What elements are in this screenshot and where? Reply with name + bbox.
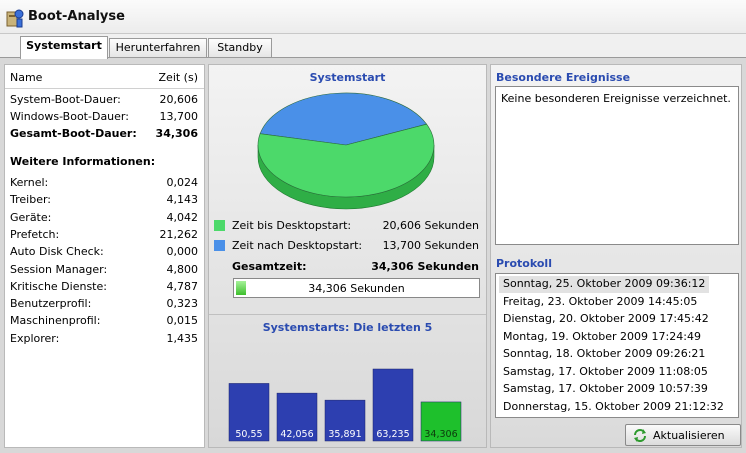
protocol-item[interactable]: Donnerstag, 15. Oktober 2009 21:12:32 — [499, 399, 728, 416]
recent-boots-title: Systemstarts: Die letzten 5 — [262, 321, 433, 334]
row-value: 4,787 — [166, 279, 199, 293]
legend-value: 13,700 Sekunden — [382, 239, 479, 252]
protocol-title: Protokoll — [496, 257, 552, 270]
row-label: Windows-Boot-Dauer: — [10, 110, 129, 123]
row-label: System-Boot-Dauer: — [10, 93, 121, 106]
events-title: Besondere Ereignisse — [496, 71, 631, 84]
systemstart-pie-chart — [257, 92, 435, 210]
table-row: Explorer: 1,435 — [5, 331, 204, 348]
legend-label: Zeit nach Desktopstart: — [232, 239, 363, 252]
row-label: Explorer: — [10, 331, 60, 345]
column-header-time[interactable]: Zeit (s) — [159, 71, 198, 84]
window-title: Boot-Analyse — [28, 9, 125, 24]
table-row: Treiber: 4,143 — [5, 192, 204, 209]
protocol-item[interactable]: Samstag, 17. Oktober 2009 11:08:05 — [499, 364, 712, 381]
row-value: 1,435 — [166, 331, 199, 345]
row-label: Prefetch: — [10, 227, 60, 241]
events-text: Keine besonderen Ereignisse verzeichnet. — [501, 92, 731, 105]
protocol-item[interactable]: Samstag, 17. Oktober 2009 10:57:39 — [499, 381, 712, 398]
row-value: 13,700 — [159, 110, 199, 123]
row-value: 0,000 — [166, 245, 199, 259]
tab-herunterfahren[interactable]: Herunterfahren — [109, 38, 207, 58]
row-label: Gesamt-Boot-Dauer: — [10, 127, 137, 140]
table-row: Auto Disk Check: 0,000 — [5, 244, 204, 261]
row-label: Auto Disk Check: — [10, 245, 104, 259]
bar-value-label: 34,306 — [424, 429, 457, 440]
column-header-name[interactable]: Name — [10, 71, 42, 84]
protocol-item[interactable]: Sonntag, 18. Oktober 2009 09:26:21 — [499, 346, 709, 363]
legend-label: Zeit bis Desktopstart: — [232, 219, 352, 232]
refresh-icon — [634, 429, 646, 442]
table-header: Name Zeit (s) — [5, 65, 204, 89]
row-value: 4,143 — [166, 193, 199, 207]
row-label: Kritische Dienste: — [10, 279, 107, 293]
legend-value: 20,606 Sekunden — [382, 219, 479, 232]
row-label: Benutzerprofil: — [10, 297, 92, 311]
table-row: Maschinenprofil: 0,015 — [5, 313, 204, 330]
protocol-list[interactable]: Sonntag, 25. Oktober 2009 09:36:12 Freita… — [495, 273, 739, 418]
tab-divider — [0, 57, 746, 58]
row-label: Session Manager: — [10, 262, 108, 276]
total-label: Gesamtzeit: — [232, 260, 307, 273]
row-value: 4,042 — [166, 210, 199, 224]
section-divider — [209, 314, 486, 315]
table-row: System-Boot-Dauer: 20,606 — [5, 92, 204, 109]
bar-value-label: 35,891 — [328, 429, 361, 440]
recent-boots-bar-chart: 50,55 42,056 35,891 63,235 34,306 — [228, 368, 462, 442]
table-row: Prefetch: 21,262 — [5, 227, 204, 244]
row-value: 4,800 — [166, 262, 199, 276]
row-value: 0,323 — [166, 297, 199, 311]
table-row: Session Manager: 4,800 — [5, 262, 204, 279]
bar-value-label: 50,55 — [235, 429, 262, 440]
bar-value-label: 63,235 — [376, 429, 409, 440]
legend-after-desktop: Zeit nach Desktopstart: 13,700 Sekunden — [214, 238, 479, 256]
protocol-item[interactable]: Sonntag, 25. Oktober 2009 09:36:12 — [499, 276, 710, 293]
row-value: 34,306 — [155, 127, 198, 140]
boot-analysis-icon — [6, 9, 24, 28]
systemstart-title: Systemstart — [309, 71, 386, 84]
protocol-item[interactable]: Montag, 19. Oktober 2009 17:24:49 — [499, 329, 705, 346]
protocol-item[interactable]: Freitag, 23. Oktober 2009 14:45:05 — [499, 294, 701, 311]
total-row: Gesamtzeit: 34,306 Sekunden — [214, 259, 479, 277]
legend-swatch-blue — [214, 240, 225, 251]
table-row: Geräte: 4,042 — [5, 210, 204, 227]
row-label: Treiber: — [10, 193, 51, 207]
progress-text: 34,306 Sekunden — [308, 282, 405, 295]
row-value: 0,024 — [166, 176, 199, 189]
row-label: Geräte: — [10, 210, 52, 224]
events-box[interactable]: Keine besonderen Ereignisse verzeichnet. — [495, 86, 739, 245]
table-row: Windows-Boot-Dauer: 13,700 — [5, 109, 204, 126]
table-row: Kernel: 0,024 — [5, 175, 204, 192]
tab-standby[interactable]: Standby — [208, 38, 272, 58]
table-row: Benutzerprofil: 0,323 — [5, 296, 204, 313]
row-value: 20,606 — [159, 93, 199, 106]
boot-progress-bar: 34,306 Sekunden — [233, 278, 480, 298]
table-row: Kritische Dienste: 4,787 — [5, 279, 204, 296]
table-row: Gesamt-Boot-Dauer: 34,306 — [5, 126, 204, 143]
protocol-item[interactable]: Dienstag, 20. Oktober 2009 17:45:42 — [499, 311, 713, 328]
refresh-button[interactable]: Aktualisieren — [625, 424, 741, 446]
tab-systemstart[interactable]: Systemstart — [20, 36, 108, 59]
legend-swatch-green — [214, 220, 225, 231]
boot-times-table: Name Zeit (s) System-Boot-Dauer: 20,606 Wi… — [4, 64, 205, 448]
events-panel: Besondere Ereignisse Keine besonderen Er… — [490, 64, 742, 448]
more-info-title: Weitere Informationen: — [10, 155, 156, 168]
systemstart-panel: Systemstart Zeit bis Desktopstart: 20,60… — [208, 64, 487, 448]
row-value: 21,262 — [159, 227, 199, 241]
total-value: 34,306 Sekunden — [371, 260, 479, 273]
refresh-button-label: Aktualisieren — [653, 429, 725, 442]
row-label: Kernel: — [10, 176, 49, 189]
row-label: Maschinenprofil: — [10, 314, 101, 328]
bar-value-label: 42,056 — [280, 429, 313, 440]
legend-before-desktop: Zeit bis Desktopstart: 20,606 Sekunden — [214, 218, 479, 236]
row-value: 0,015 — [166, 314, 199, 328]
more-info-heading: Weitere Informationen: — [5, 154, 204, 171]
title-bar: Boot-Analyse — [0, 0, 746, 34]
tab-strip: Systemstart Herunterfahren Standby — [0, 34, 746, 59]
